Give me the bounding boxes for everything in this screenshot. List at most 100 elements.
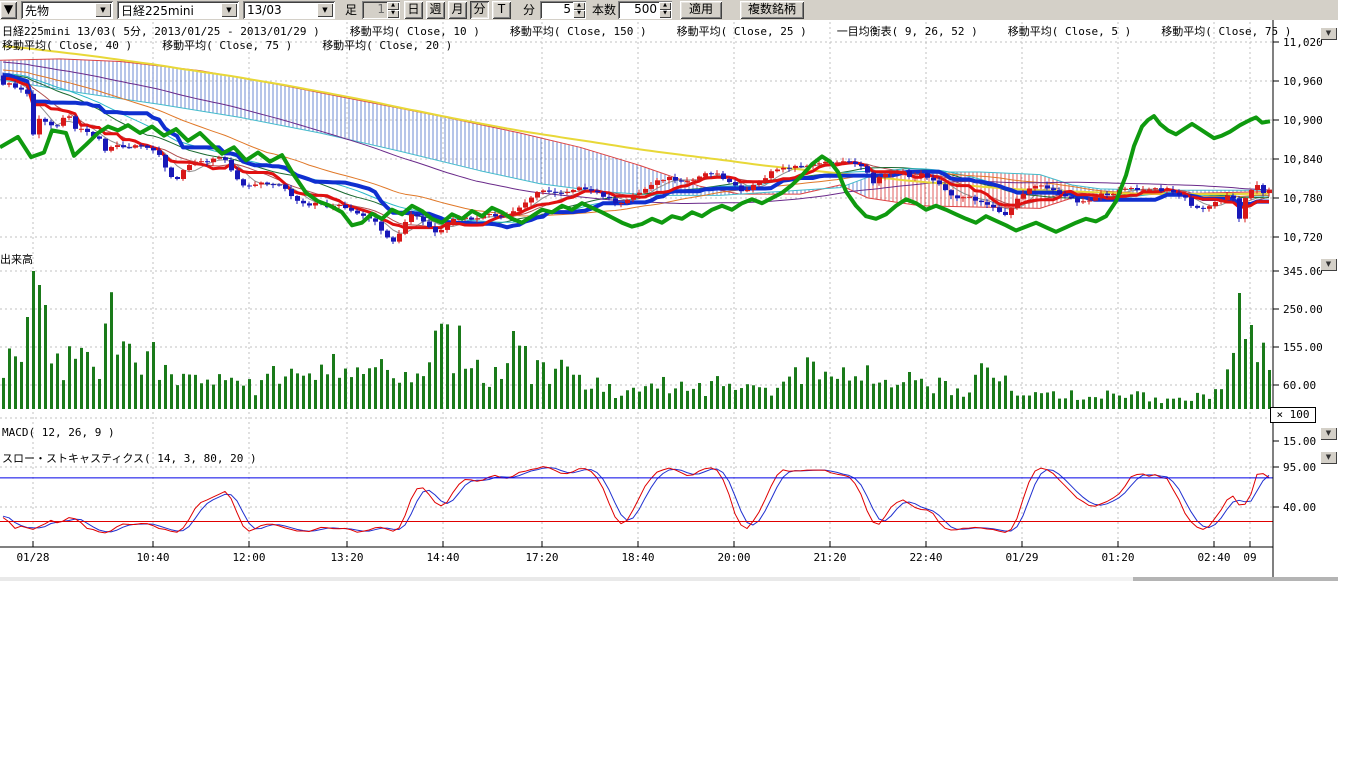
bar-count-stepper[interactable]: 500 ▲▼ — [618, 1, 672, 19]
chevron-down-icon[interactable]: ▼ — [95, 3, 111, 17]
candle-body — [199, 161, 204, 162]
volume-bar — [740, 388, 743, 409]
svg-text:12:00: 12:00 — [232, 551, 265, 564]
candle-body — [1123, 189, 1128, 190]
candle-body — [625, 200, 630, 203]
period-button-週[interactable]: 週 — [426, 1, 445, 19]
minutes-stepper[interactable]: 5 ▲▼ — [540, 1, 586, 19]
chevron-down-icon[interactable]: ▼ — [317, 3, 333, 17]
volume-bar — [1040, 393, 1043, 409]
candle-body — [1255, 185, 1260, 190]
volume-bar — [1202, 394, 1205, 409]
volume-bar — [500, 379, 503, 409]
volume-bar — [476, 360, 479, 409]
volume-bar — [1256, 362, 1259, 409]
volume-bar — [296, 373, 299, 409]
volume-bar — [1106, 391, 1109, 409]
market-select[interactable]: 先物 ▼ — [21, 1, 113, 19]
chevron-down-icon[interactable]: ▼ — [221, 3, 237, 17]
candle-body — [925, 173, 930, 178]
svg-text:18:40: 18:40 — [621, 551, 654, 564]
volume-bar — [650, 384, 653, 409]
volume-scale-menu-arrow-icon[interactable]: ▼ — [1320, 258, 1337, 271]
macd-panel-label: MACD( 12, 26, 9 ) — [2, 426, 115, 439]
candle-body — [1141, 190, 1146, 191]
candle-body — [409, 214, 414, 222]
candle-body — [205, 161, 210, 162]
volume-bar — [338, 378, 341, 409]
volume-bar — [254, 395, 257, 409]
chart-canvas[interactable]: 11,02010,96010,90010,84010,78010,720345.… — [0, 20, 1338, 580]
candle-body — [853, 162, 858, 164]
candle-body — [229, 160, 234, 171]
candle-body — [1189, 198, 1194, 206]
volume-bar — [1100, 399, 1103, 409]
volume-bar — [554, 369, 557, 409]
volume-bar — [974, 375, 977, 409]
candle-body — [541, 190, 546, 192]
volume-bar — [1076, 400, 1079, 409]
period-button-月[interactable]: 月 — [448, 1, 467, 19]
volume-bar — [992, 378, 995, 409]
volume-bar — [506, 363, 509, 409]
scrollbar-track[interactable] — [0, 577, 860, 581]
period-button-日[interactable]: 日 — [404, 1, 423, 19]
volume-bar — [320, 365, 323, 409]
candle-body — [697, 177, 702, 180]
apply-button[interactable]: 適用 — [680, 1, 722, 19]
candle-body — [289, 189, 294, 196]
volume-bar — [206, 380, 209, 409]
multi-symbol-button[interactable]: 複数銘柄 — [740, 1, 804, 19]
candle-body — [775, 169, 780, 171]
stepper-arrows-icon[interactable]: ▲▼ — [573, 2, 585, 18]
volume-panel-label: 出来高 — [0, 251, 33, 267]
symbol-select[interactable]: 日経225mini ▼ — [117, 1, 239, 19]
candle-body — [739, 185, 744, 191]
period-button-T[interactable]: T — [492, 1, 511, 19]
volume-bar — [1232, 353, 1235, 409]
volume-bar — [542, 362, 545, 409]
candle-body — [1075, 198, 1080, 202]
volume-bar — [86, 352, 89, 409]
volume-bar — [680, 382, 683, 409]
candle-body — [133, 145, 138, 147]
price-scale-menu-arrow-icon[interactable]: ▼ — [1320, 27, 1337, 40]
volume-bar — [62, 380, 65, 409]
candle-body — [1201, 208, 1206, 209]
horizontal-scrollbar[interactable] — [0, 577, 1338, 581]
candle-body — [613, 198, 618, 203]
svg-text:01:20: 01:20 — [1101, 551, 1134, 564]
toolbar: ▼ 先物 ▼ 日経225mini ▼ 13/03 ▼ 足 1 ▲▼ 日週月分T … — [0, 0, 1338, 20]
volume-bar — [782, 382, 785, 409]
legend-item: 移動平均( Close, 150 ) — [510, 25, 647, 38]
candle-body — [913, 176, 918, 177]
volume-bar — [878, 383, 881, 409]
stoch-scale-menu-arrow-icon[interactable]: ▼ — [1320, 451, 1337, 464]
period-button-分[interactable]: 分 — [470, 1, 489, 19]
candle-body — [1057, 190, 1062, 194]
volume-bar — [890, 387, 893, 409]
candle-body — [1, 76, 6, 85]
svg-text:21:20: 21:20 — [813, 551, 846, 564]
macd-scale-menu-arrow-icon[interactable]: ▼ — [1320, 427, 1337, 440]
volume-bars-layer — [2, 271, 1271, 409]
volume-bar — [1226, 369, 1229, 409]
edge-combo-arrow-icon[interactable]: ▼ — [0, 1, 17, 19]
stepper-arrows-icon[interactable]: ▲▼ — [659, 2, 671, 18]
candle-body — [769, 171, 774, 178]
candle-body — [721, 174, 726, 179]
candle-body — [703, 173, 708, 176]
candle-body — [31, 94, 36, 135]
candle-body — [547, 190, 552, 191]
volume-bar — [284, 376, 287, 409]
axes-layer — [0, 20, 1279, 580]
chart-area[interactable]: 11,02010,96010,90010,84010,78010,720345.… — [0, 20, 1338, 580]
volume-bar — [188, 375, 191, 409]
candle-body — [1009, 208, 1014, 215]
scrollbar-thumb[interactable] — [1133, 577, 1338, 581]
candle-body — [1045, 185, 1050, 188]
stoch-panel-label: スロー・ストキャスティクス( 14, 3, 80, 20 ) — [2, 450, 257, 466]
candle-body — [403, 222, 408, 234]
volume-bar — [626, 390, 629, 409]
contract-month-select[interactable]: 13/03 ▼ — [243, 1, 335, 19]
